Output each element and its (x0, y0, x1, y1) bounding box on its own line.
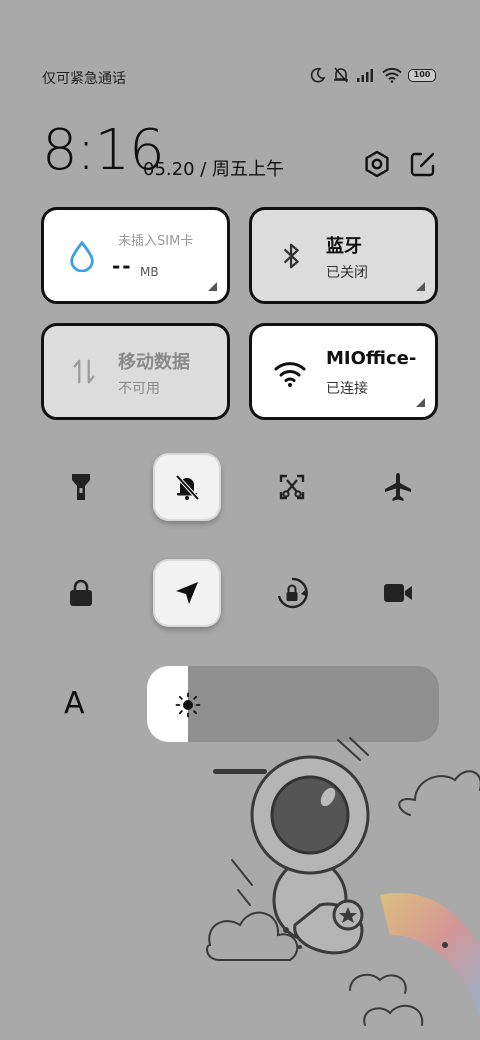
bluetooth-tile[interactable]: 蓝牙 已关闭 (249, 207, 438, 304)
bluetooth-status: 已关闭 (326, 265, 368, 281)
data-usage-unit: MB (140, 265, 159, 279)
lock-icon (70, 579, 92, 606)
tile-expand-corner (208, 282, 217, 291)
battery-icon: 100 (408, 68, 436, 82)
font-size-button[interactable]: A (64, 686, 85, 721)
bell-off-icon (175, 474, 200, 501)
rotation-lock-icon (277, 577, 308, 609)
signal-icon (357, 69, 373, 82)
tile-expand-corner (416, 398, 425, 407)
lock-screen-toggle[interactable] (61, 573, 101, 613)
flashlight-toggle[interactable] (61, 467, 101, 507)
video-camera-icon (384, 584, 412, 602)
screenshot-icon (279, 474, 305, 500)
data-usage-tile[interactable]: 未插入SIM卡 -- MB (41, 207, 230, 304)
brightness-slider[interactable] (147, 666, 439, 742)
edit-icon (410, 152, 435, 177)
flashlight-icon (72, 474, 90, 500)
wifi-icon (274, 362, 306, 387)
airplane-mode-toggle[interactable] (378, 467, 418, 507)
data-arrows-icon (73, 359, 95, 384)
status-bar: 仅可紧急通话 100 (0, 60, 480, 92)
wifi-icon (382, 67, 402, 83)
rotation-lock-toggle[interactable] (272, 573, 312, 613)
bluetooth-icon (283, 243, 299, 269)
data-usage-value: -- (112, 254, 133, 278)
carrier-status: 仅可紧急通话 (42, 71, 126, 87)
muted-bell-icon (334, 67, 348, 83)
mobile-data-tile[interactable]: 移动数据 不可用 (41, 323, 230, 420)
location-toggle[interactable] (153, 559, 221, 627)
silent-toggle[interactable] (153, 453, 221, 521)
mobile-data-status: 不可用 (118, 381, 160, 397)
settings-icon (365, 150, 389, 178)
wifi-status: 已连接 (326, 381, 368, 397)
settings-button[interactable] (361, 148, 393, 180)
airplane-icon (385, 473, 411, 501)
water-drop-icon (70, 240, 94, 272)
wifi-tile[interactable]: MIOffice- 已连接 (249, 323, 438, 420)
edit-button[interactable] (407, 148, 439, 180)
wifi-network-name: MIOffice- (326, 348, 417, 369)
sim-status-label: 未插入SIM卡 (118, 234, 194, 249)
date: 05.20 / 周五上午 (143, 159, 285, 180)
moon-icon (310, 67, 326, 83)
tile-expand-corner (416, 282, 425, 291)
sun-icon (175, 692, 201, 718)
astronaut-wallpaper (206, 737, 480, 1026)
location-arrow-icon (176, 582, 198, 604)
status-icons: 100 (310, 66, 436, 84)
mobile-data-title: 移动数据 (118, 352, 190, 373)
screenshot-toggle[interactable] (272, 467, 312, 507)
bluetooth-title: 蓝牙 (326, 236, 362, 257)
screen-record-toggle[interactable] (378, 573, 418, 613)
